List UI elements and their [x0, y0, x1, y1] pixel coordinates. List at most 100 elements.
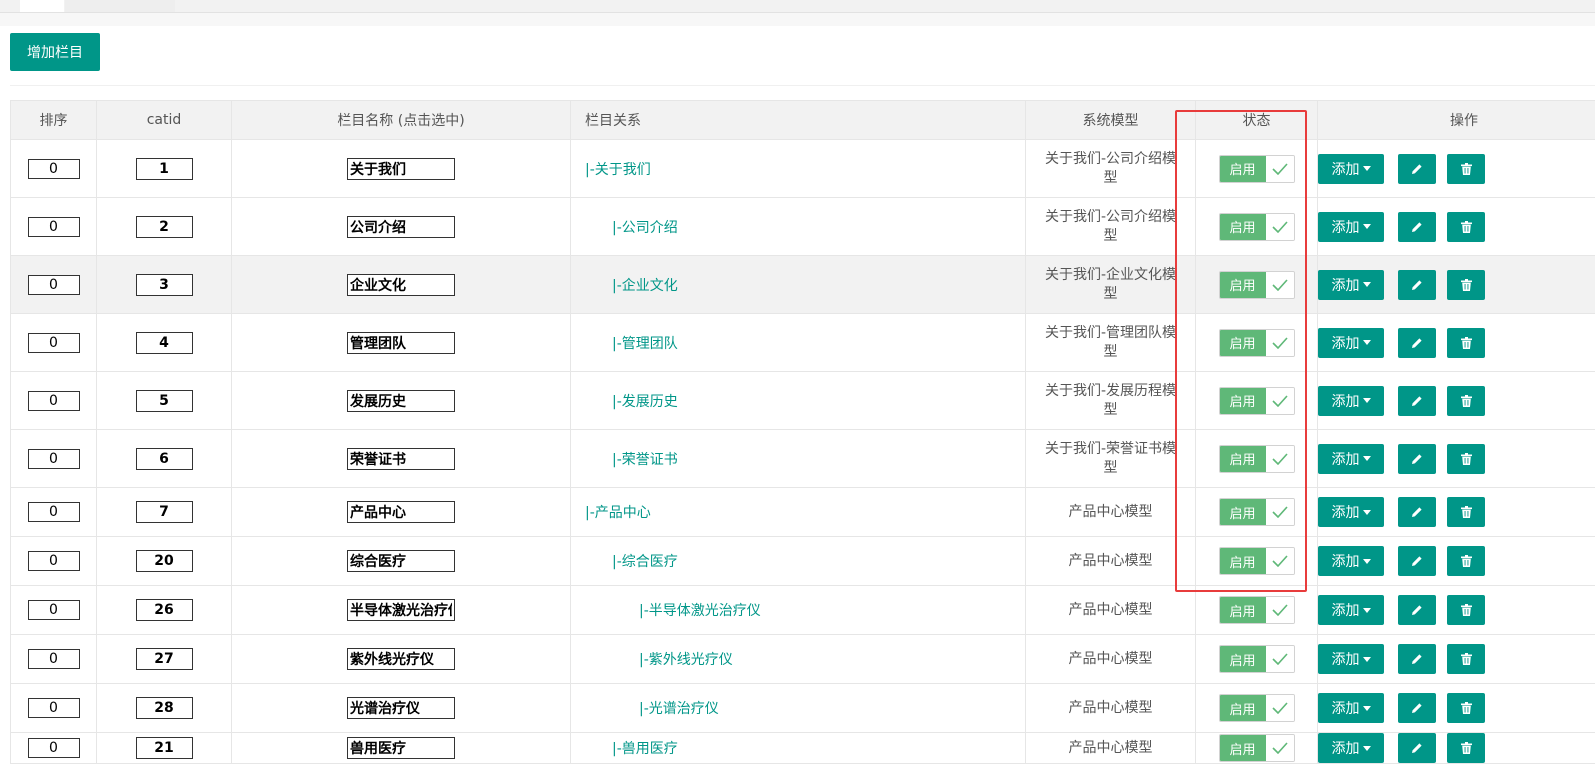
delete-button[interactable]	[1447, 153, 1485, 184]
status-switch[interactable]: 启用	[1218, 734, 1295, 762]
sort-input[interactable]	[27, 448, 80, 469]
status-switch[interactable]: 启用	[1218, 328, 1295, 357]
edit-button[interactable]	[1398, 443, 1436, 474]
sort-input[interactable]	[27, 551, 80, 571]
category-relation-link[interactable]: |-公司介绍	[571, 220, 678, 236]
add-dropdown-button[interactable]: 添加	[1318, 693, 1384, 723]
edit-button[interactable]	[1398, 269, 1436, 300]
category-name-input[interactable]	[347, 550, 455, 572]
category-relation-link[interactable]: |-发展历史	[571, 394, 678, 410]
edit-button[interactable]	[1398, 546, 1436, 576]
category-relation-link[interactable]: |-产品中心	[571, 505, 651, 521]
delete-button[interactable]	[1447, 385, 1485, 416]
category-name-input[interactable]	[347, 331, 455, 354]
catid-input[interactable]	[135, 331, 193, 354]
catid-input[interactable]	[135, 501, 193, 523]
add-dropdown-button[interactable]: 添加	[1318, 153, 1384, 184]
category-relation-link[interactable]: |-关于我们	[571, 162, 651, 178]
col-header-sort[interactable]: 排序	[10, 100, 97, 140]
add-dropdown-button[interactable]: 添加	[1318, 644, 1384, 674]
delete-button[interactable]	[1447, 644, 1485, 674]
catid-input[interactable]	[135, 157, 193, 180]
catid-input[interactable]	[135, 215, 193, 238]
edit-button[interactable]	[1398, 327, 1436, 358]
add-dropdown-button[interactable]: 添加	[1318, 269, 1384, 300]
edit-button[interactable]	[1398, 385, 1436, 416]
sort-input[interactable]	[27, 158, 80, 179]
category-relation-link[interactable]: |-半导体激光治疗仪	[571, 603, 761, 619]
category-name-input[interactable]	[347, 501, 455, 523]
delete-button[interactable]	[1447, 546, 1485, 576]
status-switch[interactable]: 启用	[1218, 386, 1295, 415]
add-dropdown-button[interactable]: 添加	[1318, 211, 1384, 242]
tab-secondary[interactable]	[65, 0, 175, 12]
category-name-input[interactable]	[347, 215, 455, 238]
category-relation-link[interactable]: |-兽用医疗	[571, 741, 678, 757]
delete-button[interactable]	[1447, 269, 1485, 300]
catid-input[interactable]	[135, 697, 193, 719]
col-header-catid[interactable]: catid	[96, 100, 232, 140]
category-name-input[interactable]	[347, 157, 455, 180]
category-relation-link[interactable]: |-管理团队	[571, 336, 678, 352]
add-dropdown-button[interactable]: 添加	[1318, 443, 1384, 474]
edit-button[interactable]	[1398, 211, 1436, 242]
category-relation-link[interactable]: |-紫外线光疗仪	[571, 652, 733, 668]
delete-button[interactable]	[1447, 595, 1485, 625]
add-category-button[interactable]: 增加栏目	[10, 33, 100, 71]
status-switch[interactable]: 启用	[1218, 694, 1295, 722]
delete-button[interactable]	[1447, 693, 1485, 723]
add-dropdown-button[interactable]: 添加	[1318, 385, 1384, 416]
status-switch[interactable]: 启用	[1218, 212, 1295, 241]
status-switch[interactable]: 启用	[1218, 154, 1295, 183]
add-dropdown-button[interactable]: 添加	[1318, 546, 1384, 576]
status-switch[interactable]: 启用	[1218, 498, 1295, 526]
edit-button[interactable]	[1398, 644, 1436, 674]
sort-input[interactable]	[27, 649, 80, 669]
add-dropdown-button[interactable]: 添加	[1318, 595, 1384, 625]
category-relation-link[interactable]: |-光谱治疗仪	[571, 701, 719, 717]
sort-input[interactable]	[27, 390, 80, 411]
edit-button[interactable]	[1398, 693, 1436, 723]
sort-input[interactable]	[27, 698, 80, 718]
add-dropdown-button[interactable]: 添加	[1318, 497, 1384, 527]
delete-button[interactable]	[1447, 327, 1485, 358]
catid-input[interactable]	[135, 550, 193, 572]
delete-button[interactable]	[1447, 443, 1485, 474]
sort-input[interactable]	[27, 502, 80, 522]
category-name-input[interactable]	[347, 648, 455, 670]
edit-button[interactable]	[1398, 153, 1436, 184]
sort-input[interactable]	[27, 738, 80, 758]
status-switch[interactable]: 启用	[1218, 547, 1295, 575]
status-switch[interactable]: 启用	[1218, 645, 1295, 673]
sort-input[interactable]	[27, 274, 80, 295]
delete-button[interactable]	[1447, 497, 1485, 527]
catid-input[interactable]	[135, 273, 193, 296]
status-switch[interactable]: 启用	[1218, 596, 1295, 624]
category-name-input[interactable]	[347, 273, 455, 296]
sort-input[interactable]	[27, 600, 80, 620]
category-name-input[interactable]	[347, 737, 455, 759]
sort-input[interactable]	[27, 332, 80, 353]
category-name-input[interactable]	[347, 389, 455, 412]
category-name-input[interactable]	[347, 697, 455, 719]
edit-button[interactable]	[1398, 733, 1436, 763]
category-name-input[interactable]	[347, 599, 455, 621]
status-switch[interactable]: 启用	[1218, 270, 1295, 299]
category-name-input[interactable]	[347, 447, 455, 470]
catid-input[interactable]	[135, 737, 193, 759]
edit-button[interactable]	[1398, 595, 1436, 625]
delete-button[interactable]	[1447, 211, 1485, 242]
delete-button[interactable]	[1447, 733, 1485, 763]
category-relation-link[interactable]: |-企业文化	[571, 278, 678, 294]
tab-active[interactable]	[20, 0, 64, 12]
status-switch[interactable]: 启用	[1218, 444, 1295, 473]
catid-input[interactable]	[135, 389, 193, 412]
category-relation-link[interactable]: |-综合医疗	[571, 554, 678, 570]
catid-input[interactable]	[135, 599, 193, 621]
sort-input[interactable]	[27, 216, 80, 237]
edit-button[interactable]	[1398, 497, 1436, 527]
add-dropdown-button[interactable]: 添加	[1318, 733, 1384, 763]
catid-input[interactable]	[135, 447, 193, 470]
add-dropdown-button[interactable]: 添加	[1318, 327, 1384, 358]
catid-input[interactable]	[135, 648, 193, 670]
